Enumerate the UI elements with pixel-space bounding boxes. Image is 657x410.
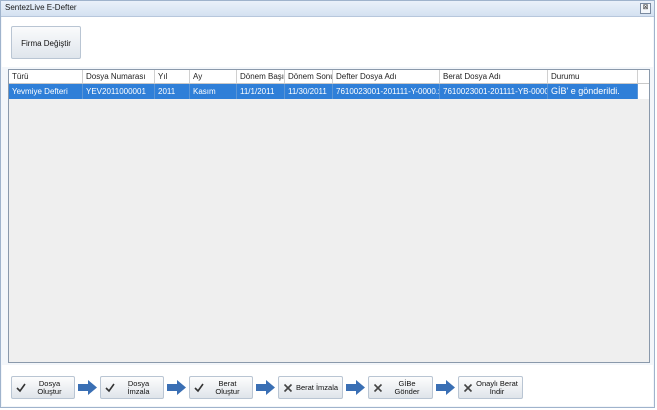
column-header-ay[interactable]: Ay: [190, 70, 237, 83]
workflow-panel: Dosya Oluştur Dosya İmzala Berat Oluştur…: [2, 365, 653, 406]
arrow-right-icon: [436, 380, 455, 395]
arrow-right-icon: [256, 380, 275, 395]
top-panel: Firma Değiştir: [2, 17, 653, 67]
gibe-gonder-button[interactable]: GİBe Gönder: [368, 376, 433, 399]
cell-defter-dosya-adi: 7610023001-201111-Y-0000.xml: [333, 84, 440, 99]
column-header-berat-dosya-adi[interactable]: Berat Dosya Adı: [440, 70, 548, 83]
column-header-defter-dosya-adi[interactable]: Defter Dosya Adı: [333, 70, 440, 83]
cross-icon: [373, 383, 383, 393]
berat-olustur-button[interactable]: Berat Oluştur: [189, 376, 253, 399]
step-label: Dosya Oluştur: [37, 378, 62, 396]
column-header-durumu[interactable]: Durumu: [548, 70, 638, 83]
step-label: Berat İmzala: [295, 382, 339, 392]
arrow-right-icon: [167, 380, 186, 395]
dosya-olustur-button[interactable]: Dosya Oluştur: [11, 376, 75, 399]
column-header-turu[interactable]: Türü: [9, 70, 83, 83]
column-header-donem-sonu[interactable]: Dönem Sonu: [285, 70, 333, 83]
check-icon: [105, 383, 115, 393]
cell-dosya-numarasi: YEV2011000001: [83, 84, 155, 99]
column-header-donem-basi[interactable]: Dönem Başı: [237, 70, 285, 83]
table-row[interactable]: Yevmiye Defteri YEV2011000001 2011 Kasım…: [9, 84, 649, 99]
grid-header: Türü Dosya Numarası Yıl Ay Dönem Başı Dö…: [9, 70, 649, 84]
check-icon: [16, 383, 26, 393]
column-header-dosya-numarasi[interactable]: Dosya Numarası: [83, 70, 155, 83]
step-label: GİBe Gönder: [394, 378, 420, 396]
cell-donem-basi: 11/1/2011: [237, 84, 285, 99]
berat-imzala-button[interactable]: Berat İmzala: [278, 376, 343, 399]
cell-yil: 2011: [155, 84, 190, 99]
row-filler: [638, 84, 649, 99]
data-grid[interactable]: Türü Dosya Numarası Yıl Ay Dönem Başı Dö…: [8, 69, 650, 363]
firma-degistir-button[interactable]: Firma Değiştir: [11, 26, 81, 59]
arrow-right-icon: [78, 380, 97, 395]
title-bar[interactable]: SentezLive E-Defter ⊠: [1, 1, 654, 17]
cell-berat-dosya-adi: 7610023001-201111-YB-0000.xml: [440, 84, 548, 99]
column-header-yil[interactable]: Yıl: [155, 70, 190, 83]
onayli-berat-indir-button[interactable]: Onaylı Berat İndir: [458, 376, 523, 399]
cell-ay: Kasım: [190, 84, 237, 99]
check-icon: [194, 383, 204, 393]
cell-turu: Yevmiye Defteri: [9, 84, 83, 99]
step-label: Dosya İmzala: [127, 378, 150, 396]
window-title: SentezLive E-Defter: [5, 3, 77, 12]
app-window: SentezLive E-Defter ⊠ Firma Değiştir Tür…: [0, 0, 655, 408]
cross-icon: [283, 383, 293, 393]
close-button[interactable]: ⊠: [640, 3, 651, 14]
arrow-right-icon: [346, 380, 365, 395]
cell-durumu: GİB' e gönderildi.: [548, 84, 638, 99]
cell-donem-sonu: 11/30/2011: [285, 84, 333, 99]
step-label: Berat Oluştur: [215, 378, 240, 396]
dosya-imzala-button[interactable]: Dosya İmzala: [100, 376, 164, 399]
cross-icon: [463, 383, 473, 393]
step-label: Onaylı Berat İndir: [476, 378, 518, 396]
